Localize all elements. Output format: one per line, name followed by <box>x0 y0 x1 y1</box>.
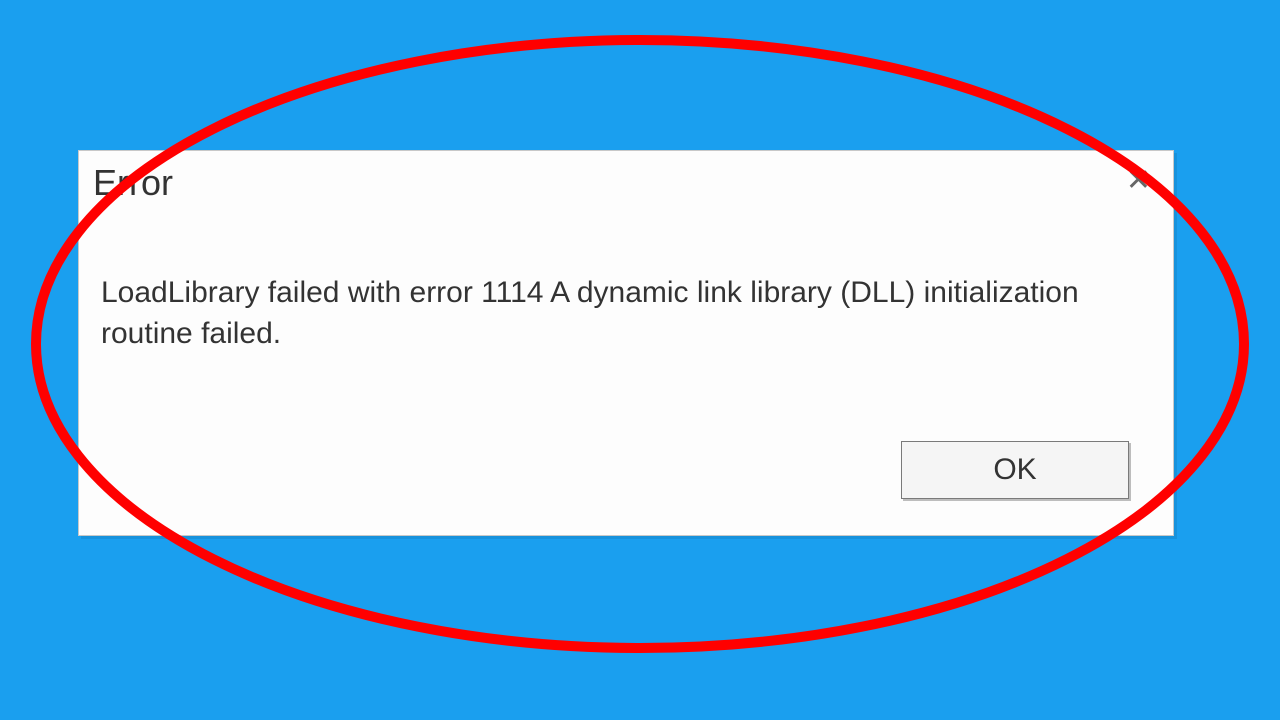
error-dialog: Error ✕ LoadLibrary failed with error 11… <box>78 150 1174 536</box>
close-icon[interactable]: ✕ <box>1118 163 1159 198</box>
dialog-button-row: OK <box>901 441 1129 499</box>
error-message: LoadLibrary failed with error 1114 A dyn… <box>101 273 1145 354</box>
dialog-body: LoadLibrary failed with error 1114 A dyn… <box>79 207 1173 374</box>
dialog-titlebar: Error ✕ <box>79 151 1173 207</box>
dialog-title: Error <box>93 162 173 204</box>
ok-button[interactable]: OK <box>901 441 1129 499</box>
